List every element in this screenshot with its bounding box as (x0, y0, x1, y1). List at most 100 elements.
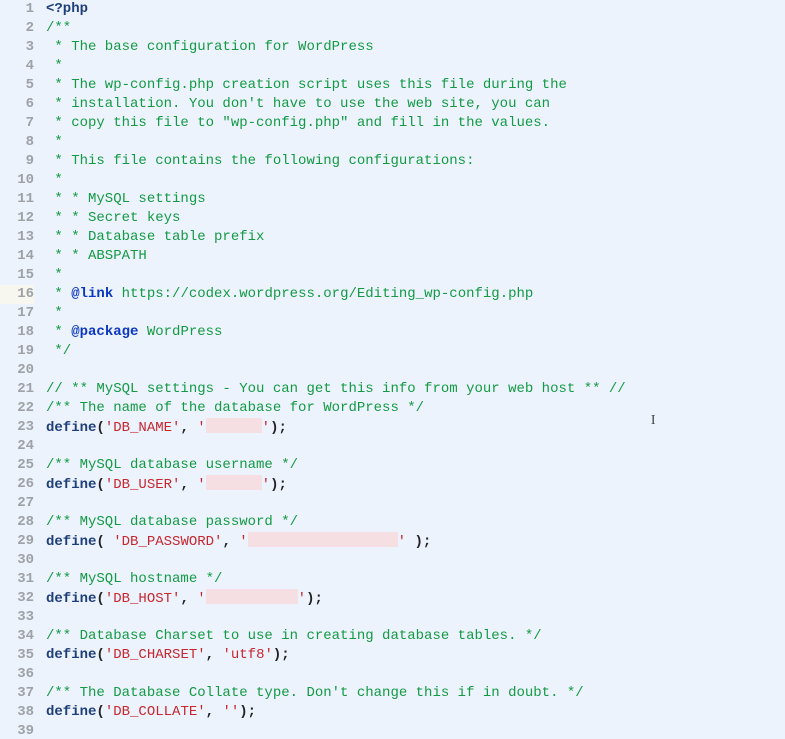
line-number: 3 (0, 38, 34, 57)
code-line[interactable]: * This file contains the following confi… (46, 152, 785, 171)
code-token: 'DB_CHARSET' (105, 647, 206, 663)
code-editor[interactable]: 1234567891011121314151617181920212223242… (0, 0, 785, 739)
code-area[interactable]: <?php/** * The base configuration for Wo… (42, 0, 785, 739)
code-line[interactable]: * @package WordPress (46, 323, 785, 342)
code-line[interactable]: * (46, 133, 785, 152)
code-line[interactable] (46, 722, 785, 739)
code-line[interactable]: // ** MySQL settings - You can get this … (46, 380, 785, 399)
code-line[interactable]: define( 'DB_PASSWORD', '' ); (46, 532, 785, 551)
code-line[interactable]: /** MySQL hostname */ (46, 570, 785, 589)
code-line[interactable]: * (46, 57, 785, 76)
line-number: 10 (0, 171, 34, 190)
code-token: * (46, 267, 63, 283)
code-token: ( (96, 591, 104, 607)
code-token: /** MySQL hostname */ (46, 571, 222, 587)
line-number: 34 (0, 627, 34, 646)
code-line[interactable]: * @link https://codex.wordpress.org/Edit… (46, 285, 785, 304)
code-token: ); (239, 704, 256, 720)
code-token: ' (197, 591, 205, 607)
line-number: 16 (0, 285, 34, 304)
line-number: 32 (0, 589, 34, 608)
code-line[interactable]: /** (46, 19, 785, 38)
code-line[interactable]: /** The name of the database for WordPre… (46, 399, 785, 418)
line-number: 12 (0, 209, 34, 228)
line-number-gutter: 1234567891011121314151617181920212223242… (0, 0, 42, 739)
code-token: /** (46, 20, 71, 36)
code-line[interactable]: */ (46, 342, 785, 361)
code-token: ' (398, 534, 406, 550)
code-line[interactable]: * * Database table prefix (46, 228, 785, 247)
code-line[interactable]: * The wp-config.php creation script uses… (46, 76, 785, 95)
code-line[interactable] (46, 437, 785, 456)
code-line[interactable]: * (46, 171, 785, 190)
code-line[interactable]: * * MySQL settings (46, 190, 785, 209)
code-line[interactable]: * copy this file to "wp-config.php" and … (46, 114, 785, 133)
line-number: 33 (0, 608, 34, 627)
code-token: ' (262, 477, 270, 493)
code-line[interactable]: * The base configuration for WordPress (46, 38, 785, 57)
code-token: // ** MySQL settings - You can get this … (46, 381, 626, 397)
code-line[interactable]: <?php (46, 0, 785, 19)
code-line[interactable] (46, 361, 785, 380)
code-token: ' (262, 420, 270, 436)
code-line[interactable]: /** The Database Collate type. Don't cha… (46, 684, 785, 703)
code-token: /** The name of the database for WordPre… (46, 400, 424, 416)
code-token: ' (197, 477, 205, 493)
code-line[interactable]: * * Secret keys (46, 209, 785, 228)
line-number: 39 (0, 722, 34, 739)
code-token: * (46, 58, 63, 74)
code-token: * (46, 286, 71, 302)
line-number: 19 (0, 342, 34, 361)
code-line[interactable]: * (46, 304, 785, 323)
code-token: ( (96, 647, 104, 663)
code-line[interactable] (46, 665, 785, 684)
code-line[interactable]: * (46, 266, 785, 285)
code-line[interactable]: define('DB_NAME', ''); (46, 418, 785, 437)
code-line[interactable]: * * ABSPATH (46, 247, 785, 266)
redacted-value (248, 532, 398, 547)
code-token: 'DB_PASSWORD' (113, 534, 222, 550)
code-line[interactable]: /** Database Charset to use in creating … (46, 627, 785, 646)
code-token: /** MySQL database password */ (46, 514, 298, 530)
line-number: 26 (0, 475, 34, 494)
code-line[interactable]: /** MySQL database username */ (46, 456, 785, 475)
code-line[interactable] (46, 608, 785, 627)
code-token: * installation. You don't have to use th… (46, 96, 550, 112)
redacted-value (206, 475, 262, 490)
line-number: 35 (0, 646, 34, 665)
line-number: 29 (0, 532, 34, 551)
line-number: 22 (0, 399, 34, 418)
code-token: define (46, 477, 96, 493)
line-number: 2 (0, 19, 34, 38)
code-token: , (206, 704, 223, 720)
line-number: 31 (0, 570, 34, 589)
line-number: 24 (0, 437, 34, 456)
line-number: 38 (0, 703, 34, 722)
code-line[interactable]: define('DB_COLLATE', ''); (46, 703, 785, 722)
code-token: define (46, 420, 96, 436)
line-number: 8 (0, 133, 34, 152)
line-number: 21 (0, 380, 34, 399)
code-line[interactable]: define('DB_HOST', ''); (46, 589, 785, 608)
code-token: * * Secret keys (46, 210, 180, 226)
code-token: ( (96, 704, 104, 720)
code-line[interactable]: /** MySQL database password */ (46, 513, 785, 532)
code-line[interactable]: * installation. You don't have to use th… (46, 95, 785, 114)
code-line[interactable] (46, 494, 785, 513)
code-token: ); (270, 420, 287, 436)
line-number: 37 (0, 684, 34, 703)
code-token: @link (71, 286, 113, 302)
line-number: 11 (0, 190, 34, 209)
code-token: ); (270, 477, 287, 493)
code-token: * (46, 305, 63, 321)
code-token: define (46, 704, 96, 720)
code-token: define (46, 534, 96, 550)
code-line[interactable] (46, 551, 785, 570)
line-number: 14 (0, 247, 34, 266)
code-line[interactable]: define('DB_CHARSET', 'utf8'); (46, 646, 785, 665)
code-token: ); (273, 647, 290, 663)
code-line[interactable]: define('DB_USER', ''); (46, 475, 785, 494)
code-token: ); (406, 534, 431, 550)
code-token: @package (71, 324, 138, 340)
code-token: ( (96, 534, 113, 550)
